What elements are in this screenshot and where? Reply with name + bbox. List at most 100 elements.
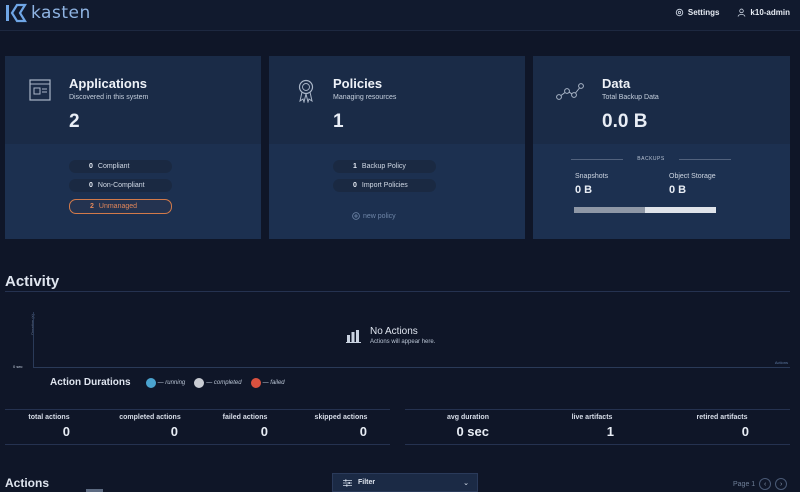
bar-chart-icon <box>346 330 361 343</box>
stat-label: failed actions <box>222 414 268 421</box>
legend-title: Action Durations <box>50 377 131 388</box>
legend-failed-label: — failed <box>262 379 285 386</box>
failed-dot-icon <box>250 377 261 388</box>
stat-label: completed actions <box>119 414 181 421</box>
user-icon <box>738 8 746 17</box>
non-compliant-label: Non-Compliant <box>97 182 145 189</box>
compliant-label: Compliant <box>97 163 130 170</box>
stat-skipped-actions: skipped actions 0 <box>308 414 374 439</box>
chevron-left-icon[interactable]: ‹ <box>759 478 772 490</box>
object-storage-bar-segment <box>645 207 716 213</box>
data-card[interactable]: Data Total Backup Data 0.0 B BACKUPS Sna… <box>533 56 790 239</box>
no-actions-subtitle: Actions will appear here. <box>370 339 436 345</box>
chart-y-zero-label: 0 sec <box>13 364 23 369</box>
policies-subtitle: Managing resources <box>333 94 397 101</box>
unmanaged-count: 2 <box>90 203 94 210</box>
snapshots-value: 0 B <box>575 184 593 196</box>
stat-value: 0 <box>170 424 178 439</box>
legend-completed-label: — completed <box>206 379 242 386</box>
stat-retired-artifacts: retired artifacts 0 <box>688 414 756 439</box>
stats-bottom-rule-left <box>5 444 390 445</box>
stat-avg-duration: avg duration 0 sec <box>436 414 500 439</box>
page-label: Page 1 <box>733 480 756 488</box>
stat-value: 1 <box>606 424 614 439</box>
chevron-down-icon: ⌄ <box>463 480 469 487</box>
backup-policy-count: 1 <box>353 163 357 170</box>
chart-x-axis-label: Actions <box>774 360 788 365</box>
import-policies-pill[interactable]: 0 Import Policies <box>333 179 436 192</box>
object-storage-label: Object Storage <box>669 173 716 180</box>
no-actions-title: No Actions <box>370 326 418 337</box>
stats-top-rule-right <box>405 409 790 410</box>
settings-link[interactable]: Settings <box>675 8 720 17</box>
brand-name: kasten <box>31 3 91 23</box>
unmanaged-pill[interactable]: 2 Unmanaged <box>69 199 172 214</box>
applications-count: 2 <box>69 111 80 132</box>
stat-completed-actions: completed actions 0 <box>110 414 190 439</box>
applications-title: Applications <box>69 76 148 91</box>
compliant-pill[interactable]: 0 Compliant <box>69 160 172 173</box>
settings-label: Settings <box>687 8 720 17</box>
stat-total-actions: total actions 0 <box>12 414 86 439</box>
backup-policy-label: Backup Policy <box>361 163 406 170</box>
legend-running-label: — running <box>157 379 186 386</box>
legend-running[interactable]: — running <box>145 377 186 388</box>
stat-live-artifacts: live artifacts 1 <box>562 414 622 439</box>
stat-label: total actions <box>28 414 70 421</box>
stat-label: retired artifacts <box>696 414 748 421</box>
activity-divider <box>5 291 790 292</box>
stat-label: avg duration <box>446 414 489 421</box>
stat-value: 0 sec <box>456 424 489 439</box>
unmanaged-label: Unmanaged <box>98 203 138 210</box>
new-policy-link[interactable]: new policy <box>352 212 396 220</box>
user-label: k10-admin <box>750 8 790 17</box>
compliant-count: 0 <box>89 163 93 170</box>
stats-top-rule-left <box>5 409 390 410</box>
snapshots-bar-segment <box>574 207 645 213</box>
policies-title: Policies <box>333 76 383 91</box>
data-total: 0.0 B <box>602 111 648 132</box>
data-subtitle: Total Backup Data <box>602 94 659 101</box>
stat-label: live artifacts <box>571 414 613 421</box>
backup-policy-pill[interactable]: 1 Backup Policy <box>333 160 436 173</box>
application-window-icon <box>29 79 51 101</box>
activity-title: Activity <box>5 273 60 290</box>
filter-dropdown[interactable]: Filter ⌄ <box>332 473 478 492</box>
chevron-right-icon[interactable]: › <box>775 478 788 490</box>
data-title: Data <box>602 76 631 91</box>
filter-icon <box>343 479 352 486</box>
kasten-logo-icon <box>6 3 27 23</box>
completed-dot-icon <box>194 377 205 388</box>
applications-card[interactable]: Applications Discovered in this system 2… <box>5 56 261 239</box>
pagination: Page 1 ‹ › <box>733 478 788 490</box>
stat-value: 0 <box>260 424 268 439</box>
legend-failed[interactable]: — failed <box>250 377 285 388</box>
policies-count: 1 <box>333 111 344 132</box>
non-compliant-pill[interactable]: 0 Non-Compliant <box>69 179 172 192</box>
stat-value: 0 <box>359 424 367 439</box>
ribbon-badge-icon <box>298 79 314 103</box>
policies-card[interactable]: Policies Managing resources 1 1 Backup P… <box>269 56 525 239</box>
plus-circle-icon <box>352 212 360 220</box>
action-durations-legend: Action Durations — running — completed —… <box>50 377 285 388</box>
filter-label: Filter <box>358 479 376 486</box>
import-policies-label: Import Policies <box>361 182 408 189</box>
non-compliant-count: 0 <box>89 182 93 189</box>
nodes-graph-icon <box>556 83 584 100</box>
import-policies-count: 0 <box>353 182 357 189</box>
new-policy-label: new policy <box>363 212 396 220</box>
snapshots-label: Snapshots <box>575 173 609 180</box>
user-menu[interactable]: k10-admin <box>737 8 790 17</box>
gear-icon <box>675 8 684 17</box>
stat-value: 0 <box>741 424 749 439</box>
legend-completed[interactable]: — completed <box>194 377 242 388</box>
stat-value: 0 <box>62 424 70 439</box>
stat-label: skipped actions <box>314 414 368 421</box>
top-bar: kasten Settings k10-admin <box>0 0 800 31</box>
backups-label: BACKUPS <box>571 156 731 162</box>
applications-subtitle: Discovered in this system <box>69 94 149 101</box>
actions-title: Actions <box>5 476 50 490</box>
storage-bar <box>574 207 716 213</box>
object-storage-value: 0 B <box>669 184 687 196</box>
brand-logo[interactable]: kasten <box>5 3 91 23</box>
